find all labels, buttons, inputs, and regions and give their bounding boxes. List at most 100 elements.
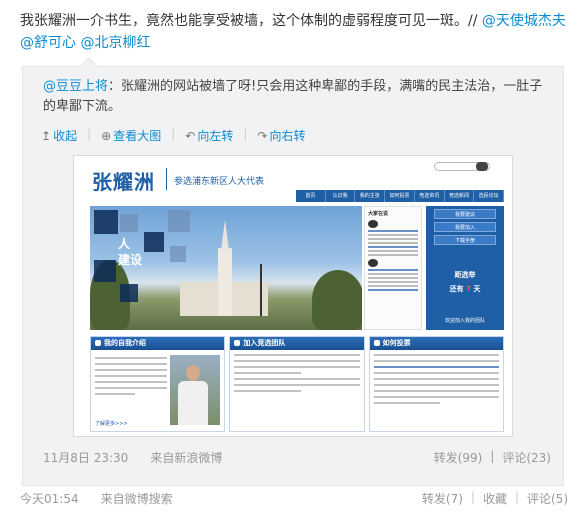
text-line (373, 390, 499, 392)
text-line (95, 357, 167, 359)
post-timestamp[interactable]: 今天01:54 (20, 490, 79, 507)
post-text: 我张耀洲一介书生，竟然也能享受被墙，这个体制的虚弱程度可见一斑。// @天使城杰… (20, 10, 568, 54)
site-nav-item: 选民论坛 (474, 190, 505, 202)
countdown: 距选举 还有 7 天 (426, 268, 504, 296)
rotate-right-label: 向右转 (269, 129, 306, 143)
divider: | (171, 127, 176, 141)
text-line (368, 254, 418, 256)
comment-button[interactable]: 评论(5) (527, 490, 568, 507)
text-line (373, 378, 499, 380)
text-line (373, 372, 499, 374)
panel-heading: 加入竞选团队 (230, 337, 364, 350)
mention-link[interactable]: @北京柳红 (80, 35, 150, 51)
rotate-left-label: 向左转 (197, 129, 234, 143)
mosaic-block (120, 214, 138, 232)
post-source[interactable]: 来自微博搜索 (101, 490, 173, 507)
quoted-meta: 11月8日 23:30 来自新浪微博 转发(99) | 评论(23) (43, 449, 551, 466)
text-line (95, 387, 167, 389)
panel-heading: 如何投票 (369, 337, 503, 350)
candidate-photo (170, 355, 221, 425)
text-line (373, 354, 499, 356)
panel-more-link: 了解更多>>> (95, 421, 128, 427)
rotate-right-icon: ↷ (257, 128, 268, 143)
text-line (234, 360, 360, 362)
site-panels: 我的自我介绍 了解更多>>> 加入竞选团队 如何投票 (90, 336, 504, 432)
text-line (368, 273, 418, 275)
site-nav-item: 首页 (296, 190, 326, 202)
avatar (368, 259, 378, 267)
site-nav-item: 竞选新闻 (445, 190, 475, 202)
panel-title: 加入竞选团队 (243, 339, 286, 347)
person-body (178, 381, 209, 425)
quoted-source-link[interactable]: 来自新浪微博 (150, 449, 222, 466)
site-side-button: 下载手册 (434, 235, 496, 245)
panel-title: 我的自我介绍 (104, 339, 146, 347)
mosaic-block (168, 210, 190, 232)
tree (312, 270, 362, 330)
text-line (368, 289, 418, 291)
text-line (234, 372, 301, 374)
site-nav-item: 我的主张 (355, 190, 386, 202)
mention-link[interactable]: @舒可心 (20, 35, 76, 51)
post-footer: 今天01:54 来自微博搜索 转发(7) | 收藏 | 评论(5) (20, 490, 568, 507)
panel-text (91, 353, 171, 395)
countdown-prefix: 还有 (449, 285, 464, 293)
divider: | (514, 490, 519, 504)
site-panel-intro: 我的自我介绍 了解更多>>> (90, 336, 226, 432)
favorite-button[interactable]: 收藏 (483, 490, 507, 507)
quoted-repost-link[interactable]: 转发(99) (434, 449, 483, 466)
text-line (234, 378, 360, 380)
divider: | (490, 449, 495, 463)
site-comments-box: 大家在说 (364, 206, 422, 330)
text-line (95, 381, 167, 383)
text-line (368, 285, 418, 287)
panel-heading: 我的自我介绍 (91, 337, 225, 350)
text-line (368, 234, 418, 236)
text-line (368, 269, 418, 271)
banner-caption: 人 建设 (118, 236, 142, 268)
collapse-button[interactable]: ↥ 收起 (41, 127, 77, 144)
quoted-author-link[interactable]: @豆豆上将 (43, 79, 108, 94)
quoted-timestamp-link[interactable]: 11月8日 23:30 (43, 449, 128, 466)
text-line (234, 384, 360, 386)
site-logo: 张耀洲 (92, 170, 155, 194)
text-line (373, 384, 499, 386)
site-sidebar: 我要建议 我要加入 下载手册 距选举 还有 7 天 欢迎加入我的团队 (426, 206, 504, 330)
site-panel-vote: 如何投票 (368, 336, 504, 432)
countdown-label: 距选举 (454, 271, 476, 279)
view-large-label: 查看大图 (113, 129, 162, 143)
text-line (373, 396, 499, 398)
repost-button[interactable]: 转发(7) (422, 490, 463, 507)
text-line (95, 393, 135, 395)
divider: | (87, 127, 92, 141)
panel-title: 如何投票 (382, 339, 411, 347)
rotate-right-button[interactable]: ↷ 向右转 (257, 127, 305, 144)
banner-caption-line: 建设 (118, 253, 143, 267)
person-head (186, 365, 201, 381)
rotate-left-button[interactable]: ↶ 向左转 (185, 127, 233, 144)
quoted-comment-link[interactable]: 评论(23) (502, 449, 551, 466)
lamp-post (260, 264, 262, 316)
panel-bullet-icon (95, 340, 101, 346)
countdown-unit: 天 (473, 285, 481, 293)
mention-link[interactable]: @天使城杰夫 (482, 13, 566, 29)
site-side-button: 我要建议 (434, 209, 496, 219)
banner-caption-line: 人 (118, 237, 131, 251)
mosaic-block (170, 246, 186, 262)
text-line (368, 250, 418, 252)
rotate-left-icon: ↶ (185, 128, 196, 143)
site-side-button: 我要加入 (434, 222, 496, 232)
image-toolbar: ↥ 收起 | ⊕ 查看大图 | ↶ 向左转 | ↷ 向右转 (41, 127, 305, 144)
church-tower (218, 248, 232, 316)
attached-image[interactable]: 张耀洲 参选浦东新区人大代表 首页 认识我 我的主张 如何投票 竞选资讯 竞选新… (73, 155, 513, 437)
quoted-body: ：张耀洲的网站被墙了呀!只会用这种卑鄙的手段，满嘴的民主法治，一肚子的卑鄙下流。 (43, 79, 543, 114)
quote-arrow (80, 57, 98, 75)
text-line (373, 366, 499, 368)
mosaic-block (94, 260, 116, 282)
mosaic-block (120, 284, 138, 302)
panel-bullet-icon (234, 340, 241, 346)
text-line (368, 246, 418, 248)
text-line (368, 238, 418, 240)
site-nav-item: 如何投票 (385, 190, 415, 202)
view-large-button[interactable]: ⊕ 查看大图 (101, 127, 161, 144)
